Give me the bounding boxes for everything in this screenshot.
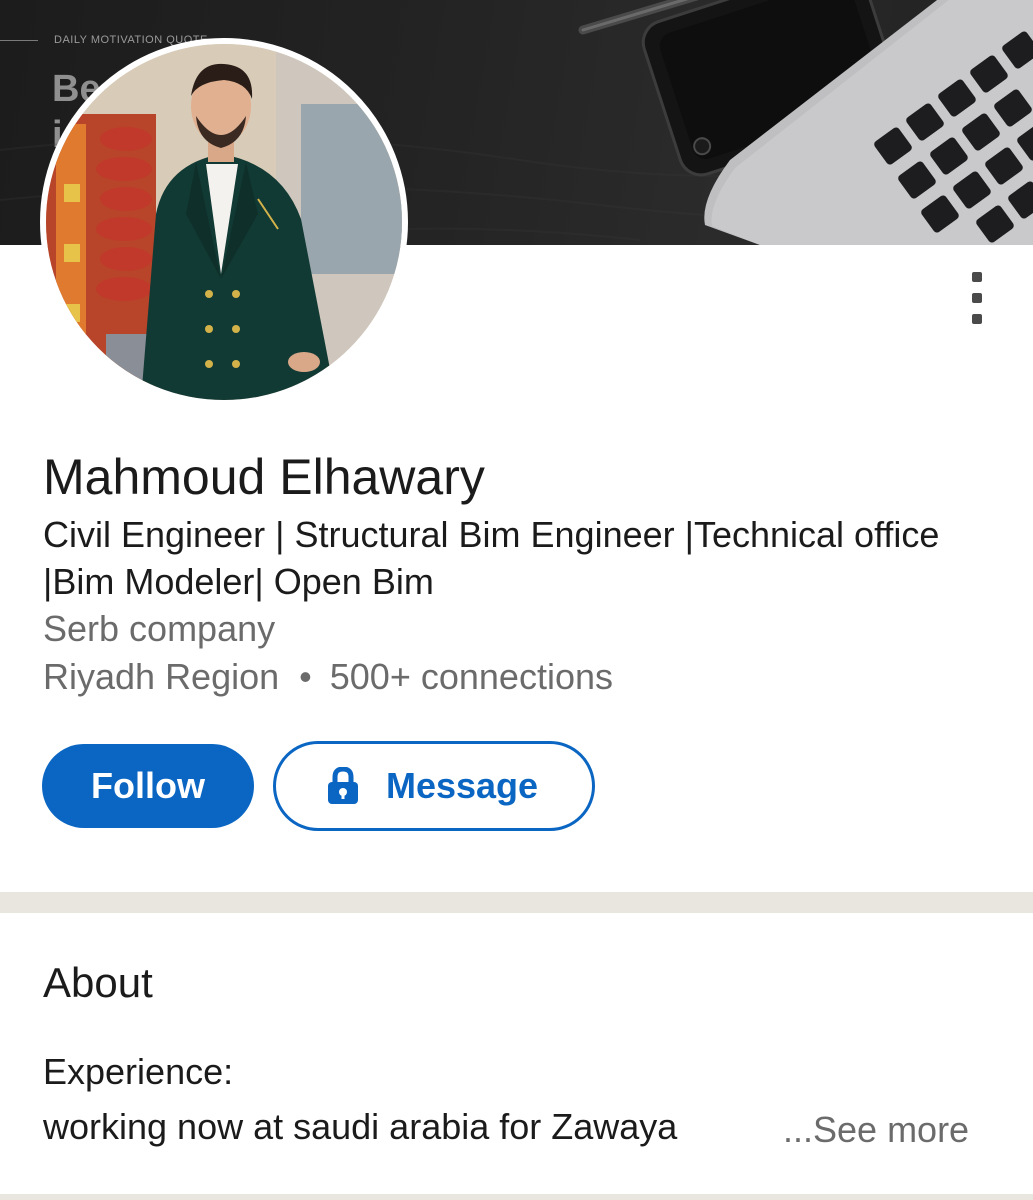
about-text-line: Experience: [43,1051,234,1092]
bottom-divider [0,1194,1033,1200]
profile-page: DAILY MOTIVATION QUOTE Be i Mahmoud Elha… [0,0,1033,1200]
see-more-link[interactable]: ...See more [783,1107,969,1153]
more-options-button[interactable] [956,266,998,332]
section-divider [0,892,1033,913]
about-text-line: working now at saudi arabia for Zawaya [43,1106,678,1147]
profile-headline: Civil Engineer | Structural Bim Engineer… [43,514,940,602]
meta-separator: • [299,656,312,697]
profile-meta: Riyadh Region • 500+ connections [43,653,613,700]
profile-name: Mahmoud Elhawary [43,449,485,505]
more-vertical-icon [972,272,982,282]
about-title: About [43,959,153,1006]
message-button[interactable]: Message [273,741,595,831]
lock-icon [327,767,358,804]
avatar-photo [46,44,402,400]
more-vertical-icon-dot [972,314,982,324]
profile-location: Riyadh Region [43,656,280,697]
message-label: Message [385,765,539,806]
profile-connections[interactable]: 500+ connections [330,656,613,697]
more-vertical-icon-dot [972,293,982,303]
profile-avatar[interactable] [40,38,408,406]
profile-company[interactable]: Serb company [43,605,275,652]
follow-button[interactable]: Follow [42,744,254,828]
